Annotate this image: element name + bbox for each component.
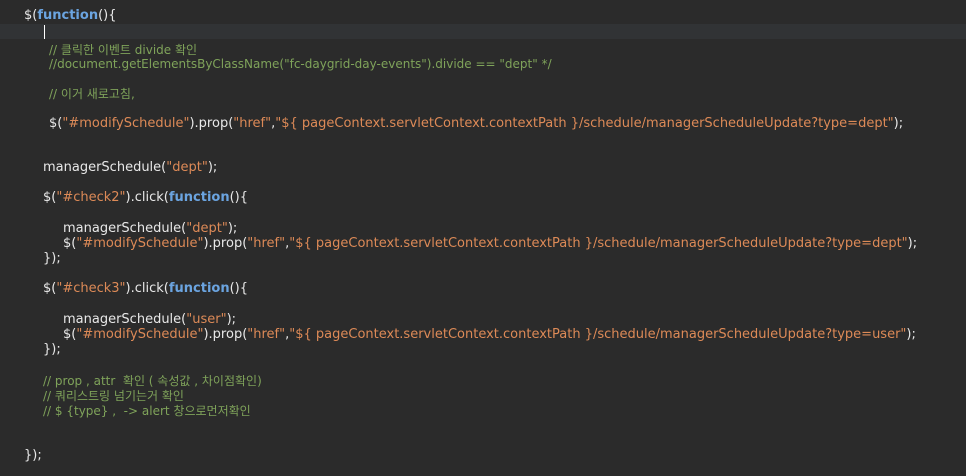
current-line-highlight (0, 24, 966, 39)
code-token: ); (227, 221, 238, 236)
code-string: "#check3" (56, 281, 126, 296)
code-line[interactable]: managerSchedule("dept"); (0, 160, 966, 176)
code-token: ).click( (125, 281, 169, 296)
code-keyword: function (168, 190, 230, 205)
code-line[interactable]: }); (0, 448, 966, 464)
code-token: $( (63, 236, 77, 251)
code-string: "dept" (166, 160, 208, 175)
code-token: $( (63, 327, 77, 342)
code-string: "#modifySchedule" (62, 116, 190, 131)
code-token: ); (906, 327, 916, 342)
code-comment: //document.getElementsByClassName("fc-da… (49, 57, 552, 71)
code-string: "${ pageContext.servletContext.contextPa… (289, 327, 907, 342)
code-comment: // 이거 새로고침, (49, 87, 135, 101)
code-string: "href" (233, 116, 272, 131)
code-line[interactable]: $("#check2").click(function(){ (0, 190, 966, 206)
code-token: managerSchedule( (43, 160, 167, 175)
code-token: }); (24, 448, 42, 463)
code-token: ); (907, 236, 918, 251)
code-token: $( (43, 281, 57, 296)
code-comment: // $ {type} , -> alert 창으로먼저확인 (43, 404, 251, 418)
code-line[interactable]: // prop , attr 확인 ( 속성값 , 차이점확인) (0, 373, 966, 389)
code-line[interactable]: //document.getElementsByClassName("fc-da… (0, 56, 966, 72)
code-token: ).prop( (203, 327, 248, 342)
code-line[interactable]: $(function(){ (0, 8, 966, 24)
code-token: managerSchedule( (63, 221, 187, 236)
code-comment: // prop , attr 확인 ( 속성값 , 차이점확인) (43, 374, 262, 388)
code-line[interactable]: $("#modifySchedule").prop("href","${ pag… (0, 236, 966, 252)
code-token: ); (207, 160, 218, 175)
code-string: "#modifySchedule" (76, 236, 204, 251)
code-token: $( (43, 190, 57, 205)
code-token: $( (49, 116, 63, 131)
code-string: "href" (247, 236, 286, 251)
code-comment: // 클릭한 이벤트 divide 확인 (49, 43, 198, 57)
code-line[interactable]: managerSchedule("dept"); (0, 221, 966, 237)
code-comment: // 쿼리스트링 넘기는거 확인 (43, 389, 184, 403)
code-string: "${ pageContext.servletContext.contextPa… (275, 116, 894, 131)
code-string: "href" (247, 327, 286, 342)
code-token: (){ (229, 281, 249, 296)
code-string: "${ pageContext.servletContext.contextPa… (289, 236, 908, 251)
code-keyword: function (168, 281, 230, 296)
code-line[interactable]: }); (0, 251, 966, 267)
code-token: ).click( (125, 190, 169, 205)
code-string: "#modifySchedule" (76, 327, 204, 342)
code-editor[interactable]: $(function(){ // 클릭한 이벤트 divide 확인 //doc… (0, 0, 966, 476)
code-line[interactable]: }); (0, 342, 966, 358)
code-line[interactable]: managerSchedule("user"); (0, 312, 966, 328)
code-string: "user" (186, 312, 227, 327)
code-string: "dept" (186, 221, 228, 236)
code-token: ).prop( (189, 116, 234, 131)
code-line[interactable]: // 이거 새로고침, (0, 86, 966, 102)
code-token: }); (43, 342, 61, 357)
code-line[interactable]: $("#modifySchedule").prop("href","${ pag… (0, 327, 966, 343)
code-line[interactable]: $("#modifySchedule").prop("href","${ pag… (0, 116, 966, 132)
code-line[interactable]: $("#check3").click(function(){ (0, 281, 966, 297)
code-string: "#check2" (56, 190, 126, 205)
code-token: (){ (229, 190, 249, 205)
text-caret (44, 25, 45, 39)
code-token: }); (43, 251, 61, 266)
code-token: ).prop( (203, 236, 248, 251)
code-line[interactable]: // 쿼리스트링 넘기는거 확인 (0, 388, 966, 404)
code-token: $( (24, 8, 38, 23)
code-token: ); (893, 116, 904, 131)
code-line[interactable]: // $ {type} , -> alert 창으로먼저확인 (0, 403, 966, 419)
code-token: managerSchedule( (63, 312, 187, 327)
code-token: (){ (98, 8, 117, 23)
code-token: ); (226, 312, 237, 327)
code-keyword: function (37, 8, 99, 23)
